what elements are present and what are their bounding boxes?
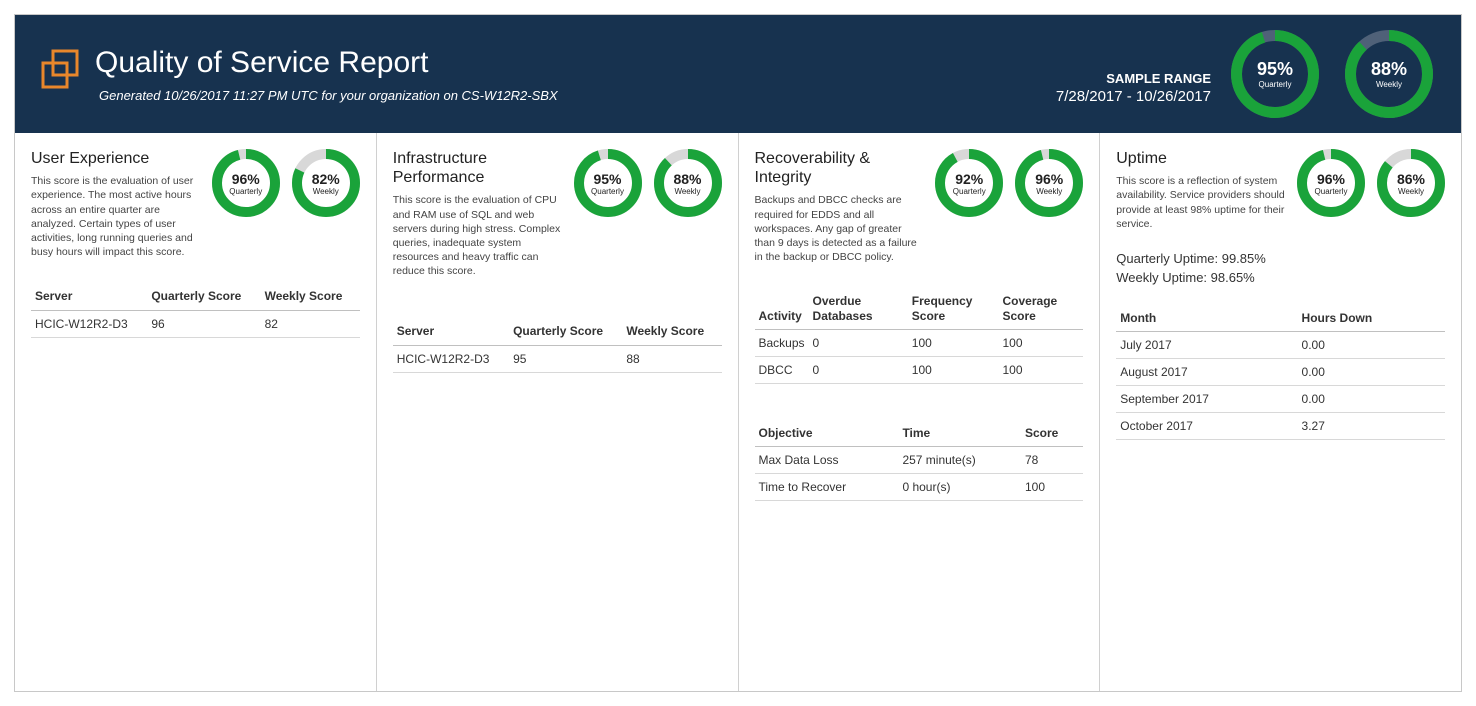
uptime-weekly-summary: Weekly Uptime: 98.65% [1116,270,1445,285]
table-row: DBCC0100100 [755,357,1084,384]
table-row: July 20170.00 [1116,332,1445,359]
column-header: Overdue Databases [809,288,908,329]
sample-range-block: SAMPLE RANGE 7/28/2017 - 10/26/2017 [1056,71,1211,105]
table-row: Backups0100100 [755,330,1084,357]
header-donuts: 95%Quarterly 88%Weekly [1231,30,1433,118]
column-header: Weekly Score [261,283,360,310]
ux-title: User Experience [31,149,206,168]
recov-activity-table: ActivityOverdue DatabasesFrequency Score… [755,288,1084,384]
range-value: 7/28/2017 - 10/26/2017 [1056,88,1211,105]
table-row: HCIC-W12R2-D39682 [31,310,360,337]
column-header: Month [1116,305,1297,332]
overall-quarterly-donut: 95%Quarterly [1231,30,1319,118]
infra-weekly-donut: 88%Weekly [654,149,722,217]
column-header: Frequency Score [908,288,999,329]
infra-quarterly-donut: 95%Quarterly [574,149,642,217]
uptime-desc: This score is a reflection of system ava… [1116,174,1286,231]
infra-table: ServerQuarterly ScoreWeekly ScoreHCIC-W1… [393,318,722,372]
ux-desc: This score is the evaluation of user exp… [31,174,201,259]
infra-title: Infrastructure Performance [393,149,568,187]
ux-weekly-donut: 82%Weekly [292,149,360,217]
uptime-weekly-donut: 86%Weekly [1377,149,1445,217]
panels-row: User Experience This score is the evalua… [15,133,1461,691]
uptime-table: MonthHours DownJuly 20170.00August 20170… [1116,305,1445,440]
table-row: Time to Recover0 hour(s)100 [755,474,1084,501]
table-row: October 20173.27 [1116,413,1445,440]
uptime-quarterly-summary: Quarterly Uptime: 99.85% [1116,251,1445,266]
ux-quarterly-donut: 96%Quarterly [212,149,280,217]
column-header: Server [393,318,509,345]
report-header: Quality of Service Report Generated 10/2… [15,15,1461,133]
logo-icon [37,45,85,93]
recov-title: Recoverability & Integrity [755,149,930,187]
panel-user-experience: User Experience This score is the evalua… [15,133,377,691]
report-frame: Quality of Service Report Generated 10/2… [14,14,1462,692]
column-header: Server [31,283,147,310]
recov-objective-table: ObjectiveTimeScoreMax Data Loss257 minut… [755,420,1084,501]
recov-desc: Backups and DBCC checks are required for… [755,193,925,264]
overall-weekly-donut: 88%Weekly [1345,30,1433,118]
uptime-title: Uptime [1116,149,1291,168]
column-header: Quarterly Score [147,283,260,310]
recov-weekly-donut: 96%Weekly [1015,149,1083,217]
column-header: Score [1021,420,1083,447]
table-row: September 20170.00 [1116,386,1445,413]
report-title: Quality of Service Report [95,46,558,80]
column-header: Time [898,420,1021,447]
column-header: Coverage Score [999,288,1084,329]
range-label: SAMPLE RANGE [1056,71,1211,86]
column-header: Objective [755,420,899,447]
table-row: HCIC-W12R2-D39588 [393,345,722,372]
infra-desc: This score is the evaluation of CPU and … [393,193,563,278]
title-block: Quality of Service Report Generated 10/2… [95,46,558,103]
table-row: Max Data Loss257 minute(s)78 [755,447,1084,474]
recov-quarterly-donut: 92%Quarterly [935,149,1003,217]
uptime-quarterly-donut: 96%Quarterly [1297,149,1365,217]
column-header: Quarterly Score [509,318,622,345]
ux-table: ServerQuarterly ScoreWeekly ScoreHCIC-W1… [31,283,360,337]
panel-infrastructure: Infrastructure Performance This score is… [377,133,739,691]
panel-uptime: Uptime This score is a reflection of sys… [1100,133,1461,691]
column-header: Weekly Score [622,318,721,345]
panel-recoverability: Recoverability & Integrity Backups and D… [739,133,1101,691]
report-subtitle: Generated 10/26/2017 11:27 PM UTC for yo… [99,88,558,103]
column-header: Activity [755,288,809,329]
column-header: Hours Down [1298,305,1445,332]
table-row: August 20170.00 [1116,359,1445,386]
